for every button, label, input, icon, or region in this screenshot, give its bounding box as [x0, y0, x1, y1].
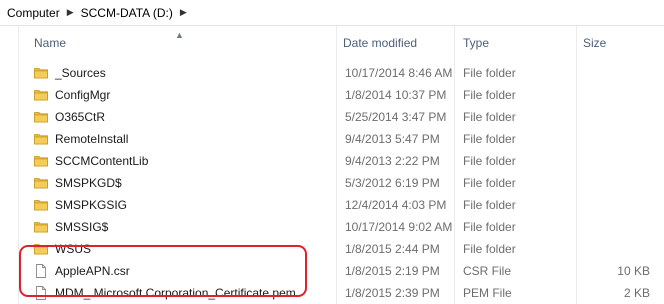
file-row[interactable]: SCCMContentLib 9/4/2013 2:22 PM File folde… — [0, 150, 664, 172]
file-type: File folder — [463, 110, 516, 124]
file-row[interactable]: SMSSIG$ 10/17/2014 9:02 AM File folder — [0, 216, 664, 238]
file-date-modified: 9/4/2013 2:22 PM — [345, 154, 440, 168]
file-name: SMSPKGSIG — [55, 198, 128, 212]
file-date-modified: 10/17/2014 8:46 AM — [345, 66, 453, 80]
file-type: File folder — [463, 176, 516, 190]
file-name: SCCMContentLib — [55, 154, 149, 168]
folder-icon — [34, 88, 48, 102]
file-date-modified: 1/8/2015 2:39 PM — [345, 286, 440, 300]
file-name: ConfigMgr — [55, 88, 111, 102]
file-date-modified: 1/8/2014 10:37 PM — [345, 88, 447, 102]
file-type: CSR File — [463, 264, 512, 278]
breadcrumb-separator-icon[interactable]: ▶ — [63, 7, 78, 18]
file-type: File folder — [463, 220, 516, 234]
file-type: File folder — [463, 198, 516, 212]
file-row[interactable]: MDM_ Microsoft Corporation_Certificate.p… — [0, 282, 664, 304]
file-row[interactable]: ConfigMgr 1/8/2014 10:37 PM File folder — [0, 84, 664, 106]
folder-icon — [34, 242, 48, 256]
file-type: File folder — [463, 66, 516, 80]
file-icon — [34, 286, 48, 300]
file-row[interactable]: O365CtR 5/25/2014 3:47 PM File folder — [0, 106, 664, 128]
column-header-name[interactable]: Name — [34, 30, 66, 56]
breadcrumb-computer[interactable]: Computer — [4, 6, 63, 20]
file-icon — [34, 264, 48, 278]
file-size: 10 KB — [617, 264, 650, 278]
file-row[interactable]: _Sources 10/17/2014 8:46 AM File folder — [0, 62, 664, 84]
file-row[interactable]: AppleAPN.csr 1/8/2015 2:19 PM CSR File 10 K… — [0, 260, 664, 282]
file-date-modified: 1/8/2015 2:44 PM — [345, 242, 440, 256]
column-header-date-modified[interactable]: Date modified — [343, 30, 417, 56]
file-row[interactable]: RemoteInstall 9/4/2013 5:47 PM File folder — [0, 128, 664, 150]
folder-icon — [34, 220, 48, 234]
column-header-type[interactable]: Type — [463, 30, 489, 56]
file-row[interactable]: WSUS 1/8/2015 2:44 PM File folder — [0, 238, 664, 260]
file-name: SMSSIG$ — [55, 220, 109, 234]
folder-icon — [34, 176, 48, 190]
file-size: 2 KB — [623, 286, 650, 300]
file-date-modified: 9/4/2013 5:47 PM — [345, 132, 440, 146]
file-date-modified: 5/3/2012 6:19 PM — [345, 176, 440, 190]
breadcrumb-drive[interactable]: SCCM-DATA (D:) — [78, 6, 176, 20]
folder-icon — [34, 132, 48, 146]
file-date-modified: 12/4/2014 4:03 PM — [345, 198, 447, 212]
folder-icon — [34, 66, 48, 80]
file-date-modified: 1/8/2015 2:19 PM — [345, 264, 440, 278]
file-name: SMSPKGD$ — [55, 176, 122, 190]
file-name: RemoteInstall — [55, 132, 129, 146]
file-name: WSUS — [55, 242, 91, 256]
file-name: _Sources — [55, 66, 106, 80]
file-type: File folder — [463, 242, 516, 256]
file-row[interactable]: SMSPKGD$ 5/3/2012 6:19 PM File folder — [0, 172, 664, 194]
file-row[interactable]: SMSPKGSIG 12/4/2014 4:03 PM File folder — [0, 194, 664, 216]
file-type: PEM File — [463, 286, 512, 300]
address-bar[interactable]: Computer ▶ SCCM-DATA (D:) ▶ — [0, 0, 664, 26]
file-name: O365CtR — [55, 110, 106, 124]
file-date-modified: 5/25/2014 3:47 PM — [345, 110, 447, 124]
column-header-size[interactable]: Size — [583, 30, 606, 56]
breadcrumb-separator-icon[interactable]: ▶ — [176, 7, 191, 18]
file-name: AppleAPN.csr — [55, 264, 130, 278]
sort-ascending-icon: ▲ — [175, 30, 184, 40]
folder-icon — [34, 154, 48, 168]
folder-icon — [34, 198, 48, 212]
file-name: MDM_ Microsoft Corporation_Certificate.p… — [55, 286, 296, 300]
file-date-modified: 10/17/2014 9:02 AM — [345, 220, 453, 234]
file-type: File folder — [463, 132, 516, 146]
file-type: File folder — [463, 88, 516, 102]
folder-icon — [34, 110, 48, 124]
file-type: File folder — [463, 154, 516, 168]
